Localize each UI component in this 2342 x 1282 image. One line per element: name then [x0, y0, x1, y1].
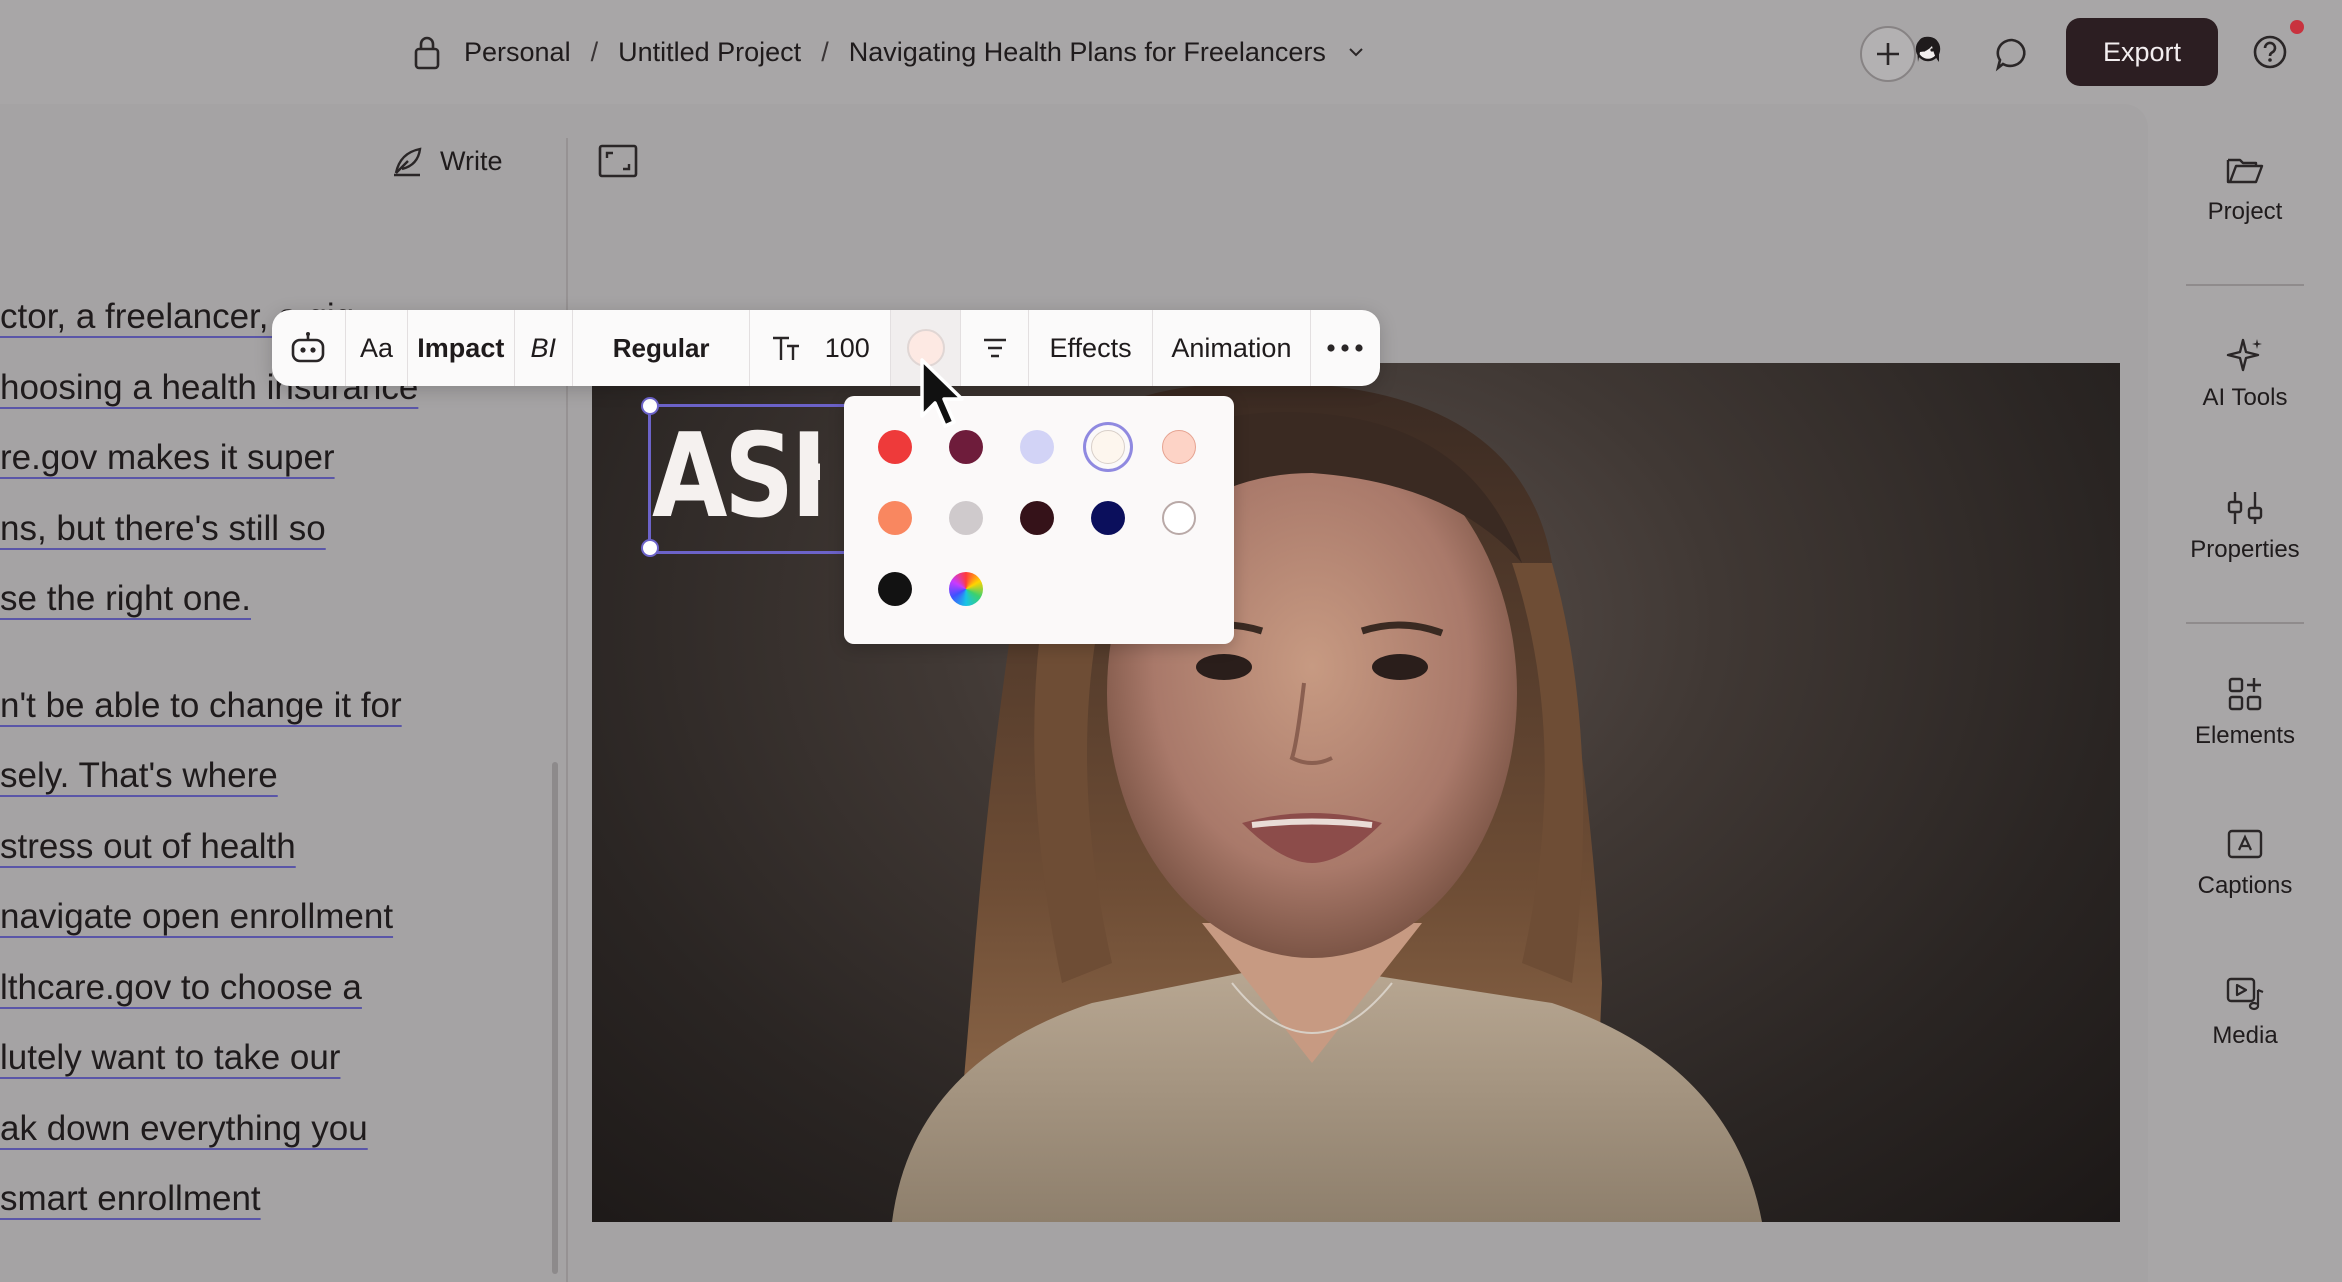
breadcrumb-separator: / — [590, 36, 599, 67]
transcript-line: ns, but there's still so — [0, 508, 326, 548]
sidebar-item-project[interactable]: Project — [2170, 150, 2320, 226]
transcript-scrollbar[interactable] — [552, 762, 558, 1274]
breadcrumb-workspace[interactable]: Personal — [464, 37, 571, 68]
transcript-text[interactable]: ctor, a freelancer, a gig hoosing a heal… — [0, 282, 560, 1235]
more-horizontal-icon — [1327, 344, 1364, 352]
transcript-line: navigate open enrollment — [0, 897, 394, 936]
transcript-line: smart enrollment — [0, 1179, 261, 1218]
write-label: Write — [440, 145, 503, 176]
comment-icon[interactable] — [1994, 36, 2030, 72]
color-swatch-light-gray[interactable] — [949, 501, 983, 535]
sidebar-item-properties[interactable]: Properties — [2170, 488, 2320, 564]
color-palette-popover — [844, 396, 1234, 644]
notification-badge — [2290, 20, 2304, 34]
font-size-control[interactable]: 100 — [750, 310, 892, 386]
mouse-cursor-icon — [918, 356, 970, 432]
resize-handle-bottom-left[interactable] — [641, 539, 659, 557]
feather-icon — [394, 147, 422, 177]
captions-icon — [2225, 824, 2265, 864]
custom-color-picker-icon[interactable] — [949, 572, 983, 606]
text-formatting-toolbar: Aa Impact BI Regular 100 Effects Animati… — [272, 310, 1380, 386]
plus-icon — [1877, 43, 1899, 65]
font-case-button[interactable]: Aa — [346, 310, 409, 386]
color-swatch-plum[interactable] — [949, 430, 983, 464]
lock-icon — [410, 30, 444, 74]
breadcrumb-separator: / — [821, 36, 829, 67]
color-swatch-peach[interactable] — [1162, 430, 1196, 464]
more-options-button[interactable] — [1311, 310, 1380, 386]
color-swatch-navy[interactable] — [1091, 501, 1125, 535]
help-icon[interactable] — [2252, 34, 2288, 70]
sidebar-item-ai-tools[interactable]: AI Tools — [2170, 336, 2320, 412]
export-button[interactable]: Export — [2066, 18, 2218, 86]
font-family-select[interactable]: Impact — [408, 310, 515, 386]
breadcrumb-document[interactable]: Navigating Health Plans for Freelancers — [849, 37, 1326, 68]
font-size-value: 100 — [824, 332, 870, 363]
text-size-icon — [772, 336, 799, 360]
color-swatch-cream-selected[interactable] — [1091, 430, 1125, 464]
font-weight-select[interactable]: Regular — [573, 310, 751, 386]
breadcrumb-project[interactable]: Untitled Project — [618, 37, 801, 68]
folder-icon — [2225, 150, 2265, 190]
transcript-line: n't be able to change it for — [0, 685, 402, 725]
align-center-icon — [983, 338, 1006, 358]
color-swatch-lavender[interactable] — [1020, 430, 1054, 464]
sliders-icon — [2225, 488, 2265, 528]
transcript-line: lthcare.gov to choose a — [0, 967, 362, 1007]
avatar[interactable] — [1908, 32, 1948, 72]
sidebar-item-elements[interactable]: Elements — [2170, 674, 2320, 750]
transcript-line: se the right one. — [0, 579, 251, 618]
title-text-layer[interactable]: ASH — [652, 412, 820, 542]
media-icon — [2225, 974, 2265, 1014]
expand-icon[interactable] — [598, 144, 638, 178]
sidebar-item-captions[interactable]: Captions — [2170, 824, 2320, 900]
sparkle-icon — [2225, 336, 2265, 376]
chevron-down-icon[interactable] — [1346, 41, 1368, 63]
sidebar-item-media[interactable]: Media — [2170, 974, 2320, 1050]
ai-assistant-button[interactable] — [272, 310, 346, 386]
color-swatch-black[interactable] — [878, 572, 912, 606]
color-swatch-dark-maroon[interactable] — [1020, 501, 1054, 535]
effects-button[interactable]: Effects — [1029, 310, 1153, 386]
color-swatch-white[interactable] — [1162, 501, 1196, 535]
shapes-icon — [2225, 674, 2265, 714]
transcript-line: lutely want to take our — [0, 1038, 341, 1077]
transcript-line: re.gov makes it super — [0, 438, 335, 477]
bold-italic-button[interactable]: BI — [515, 310, 573, 386]
color-swatch-red[interactable] — [878, 430, 912, 464]
resize-handle-top-left[interactable] — [641, 397, 659, 415]
text-align-button[interactable] — [961, 310, 1030, 386]
top-bar: Personal / Untitled Project / Navigating… — [0, 0, 2342, 104]
sidebar-divider — [2186, 284, 2304, 286]
color-swatch-coral[interactable] — [878, 501, 912, 535]
sidebar-divider — [2186, 622, 2304, 624]
animation-button[interactable]: Animation — [1153, 310, 1311, 386]
transcript-line: ak down everything you — [0, 1108, 368, 1148]
robot-icon — [292, 332, 325, 363]
transcript-line: sely. That's where — [0, 756, 278, 795]
breadcrumb: Personal / Untitled Project / Navigating… — [410, 30, 1368, 74]
write-button[interactable]: Write — [390, 138, 503, 184]
transcript-line: stress out of health — [0, 826, 296, 866]
